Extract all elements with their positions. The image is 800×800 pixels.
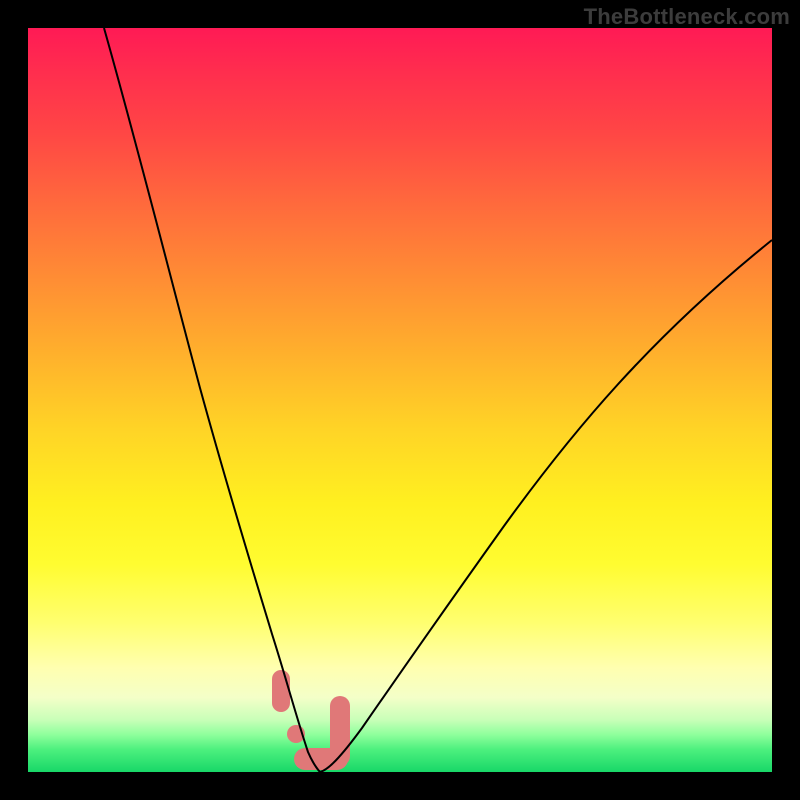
highlight-blob (272, 670, 350, 770)
curve-layer (28, 28, 772, 772)
watermark-text: TheBottleneck.com (584, 4, 790, 30)
curve-left-branch (104, 28, 320, 772)
curve-right-branch (320, 240, 772, 772)
chart-frame: TheBottleneck.com (0, 0, 800, 800)
plot-area (28, 28, 772, 772)
